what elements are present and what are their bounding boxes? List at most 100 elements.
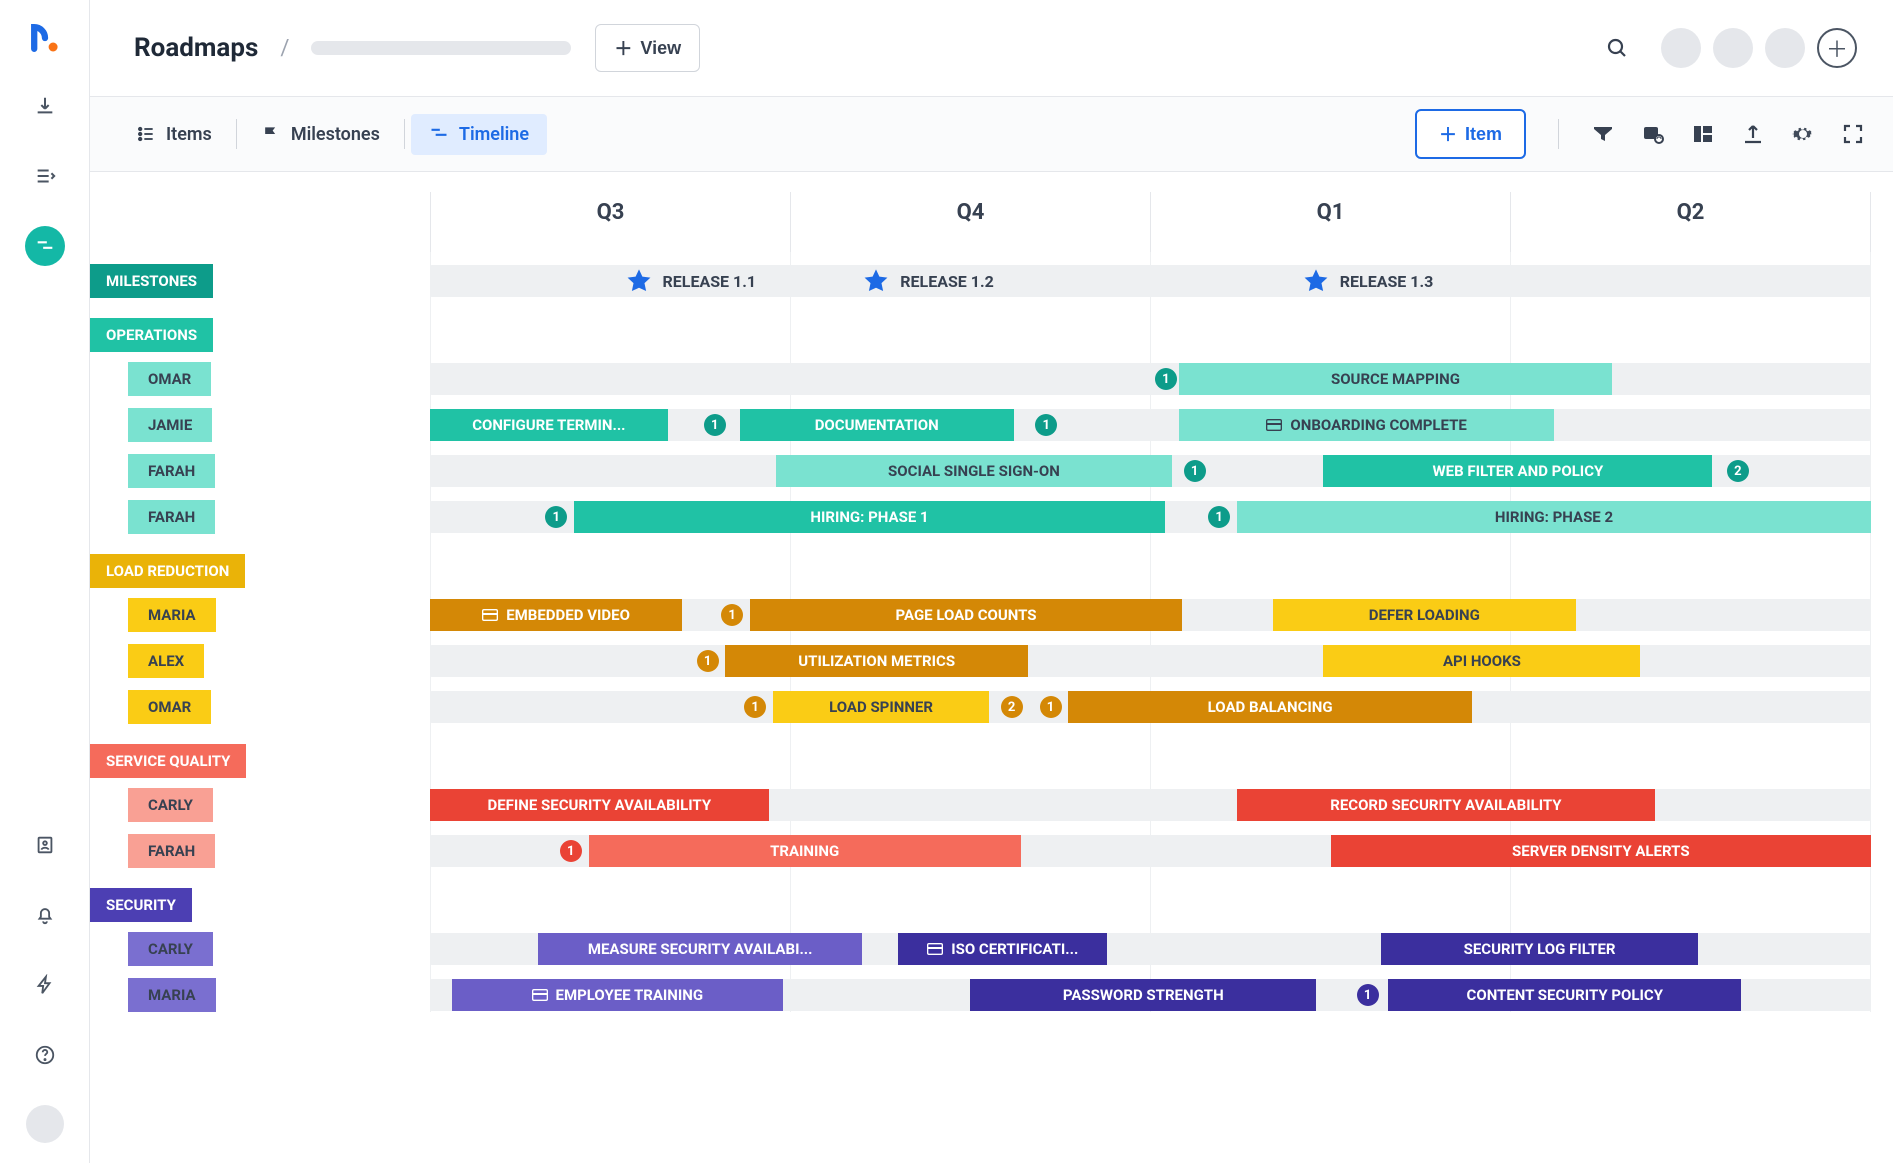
help-icon[interactable] — [25, 1035, 65, 1075]
timeline-bar[interactable]: DOCUMENTATION — [740, 409, 1014, 441]
bar-label: SOCIAL SINGLE SIGN-ON — [888, 462, 1060, 480]
bar-label: DEFINE SECURITY AVAILABILITY — [487, 796, 711, 814]
count-chip[interactable]: 1 — [704, 414, 726, 436]
search-icon[interactable] — [1605, 36, 1629, 60]
plus-icon: ＋ — [1439, 121, 1457, 147]
timeline-bar[interactable]: PAGE LOAD COUNTS — [750, 599, 1182, 631]
bar-label: SOURCE MAPPING — [1331, 370, 1460, 388]
link-settings-icon[interactable] — [1641, 122, 1665, 146]
header-avatar-2[interactable] — [1713, 28, 1753, 68]
milestone[interactable]: RELEASE 1.2 — [862, 265, 993, 297]
avatar[interactable] — [26, 1105, 64, 1143]
add-item-button[interactable]: ＋ Item — [1415, 109, 1526, 159]
timeline-bar[interactable]: DEFINE SECURITY AVAILABILITY — [430, 789, 769, 821]
count-chip[interactable]: 1 — [1155, 368, 1177, 390]
timeline-bar[interactable]: PASSWORD STRENGTH — [970, 979, 1316, 1011]
timeline-bar[interactable]: WEB FILTER AND POLICY — [1323, 455, 1712, 487]
group-label: LOAD REDUCTION — [90, 554, 245, 588]
list-icon[interactable] — [25, 156, 65, 196]
group-row: SECURITY — [90, 886, 1871, 924]
header-avatar-1[interactable] — [1661, 28, 1701, 68]
track: HIRING: PHASE 1 HIRING: PHASE 2 1 1 — [430, 501, 1871, 533]
count-chip[interactable]: 1 — [1208, 506, 1230, 528]
count-chip[interactable]: 1 — [721, 604, 743, 626]
count-chip[interactable]: 2 — [1727, 460, 1749, 482]
card-icon — [482, 608, 498, 622]
count-chip[interactable]: 1 — [560, 840, 582, 862]
milestones-row: MILESTONESRELEASE 1.1RELEASE 1.2RELEASE … — [90, 262, 1871, 300]
milestone[interactable]: RELEASE 1.1 — [625, 265, 756, 297]
tab-timeline[interactable]: Timeline — [411, 114, 547, 155]
timeline-bar[interactable]: CONTENT SECURITY POLICY — [1388, 979, 1741, 1011]
timeline-bar[interactable]: SOCIAL SINGLE SIGN-ON — [776, 455, 1172, 487]
milestone[interactable]: RELEASE 1.3 — [1302, 265, 1433, 297]
export-icon[interactable] — [1741, 122, 1765, 146]
timeline-bar[interactable]: SECURITY LOG FILTER — [1381, 933, 1698, 965]
timeline-bar[interactable]: ONBOARDING COMPLETE — [1179, 409, 1554, 441]
timeline-bar[interactable]: MEASURE SECURITY AVAILABI... — [538, 933, 862, 965]
timeline-bar[interactable]: HIRING: PHASE 1 — [574, 501, 1165, 533]
bar-label: LOAD SPINNER — [829, 698, 933, 716]
filter-icon[interactable] — [1591, 122, 1615, 146]
expand-icon[interactable] — [1841, 122, 1865, 146]
list-bullet-icon — [136, 124, 156, 144]
add-view-button[interactable]: ＋ View — [595, 24, 700, 72]
count-chip[interactable]: 1 — [1040, 696, 1062, 718]
layout-icon[interactable] — [1691, 122, 1715, 146]
group-label: SERVICE QUALITY — [90, 744, 246, 778]
count-chip[interactable]: 1 — [1357, 984, 1379, 1006]
gantt-icon — [429, 124, 449, 144]
gear-icon[interactable] — [1791, 122, 1815, 146]
count-chip[interactable]: 1 — [744, 696, 766, 718]
timeline-bar[interactable]: HIRING: PHASE 2 — [1237, 501, 1871, 533]
timeline-bar[interactable]: API HOOKS — [1323, 645, 1640, 677]
count-chip[interactable]: 2 — [1001, 696, 1023, 718]
bolt-icon[interactable] — [25, 965, 65, 1005]
count-chip[interactable]: 1 — [545, 506, 567, 528]
tab-items[interactable]: Items — [118, 114, 230, 155]
count-chip[interactable]: 1 — [697, 650, 719, 672]
add-member-button[interactable]: ＋ — [1817, 28, 1857, 68]
timeline-bar[interactable]: DEFER LOADING — [1273, 599, 1576, 631]
timeline-bar[interactable]: LOAD SPINNER — [773, 691, 989, 723]
assignee-row: FARAHSOCIAL SINGLE SIGN-ONWEB FILTER AND… — [90, 452, 1871, 490]
bar-label: HIRING: PHASE 1 — [810, 508, 928, 526]
timeline-bar[interactable]: TRAINING — [589, 835, 1021, 867]
count-chip[interactable]: 1 — [1184, 460, 1206, 482]
track: CONFIGURE TERMIN... DOCUMENTATION ONBOARDI… — [430, 409, 1871, 441]
timeline-bar[interactable]: EMPLOYEE TRAINING — [452, 979, 783, 1011]
card-icon — [927, 942, 943, 956]
milestone-label: RELEASE 1.3 — [1340, 272, 1433, 291]
timeline-bar[interactable]: SERVER DENSITY ALERTS — [1331, 835, 1871, 867]
bell-icon[interactable] — [25, 895, 65, 935]
separator — [236, 119, 237, 149]
breadcrumb-placeholder — [311, 41, 571, 55]
timeline-bar[interactable]: UTILIZATION METRICS — [725, 645, 1028, 677]
timeline-bar[interactable]: RECORD SECURITY AVAILABILITY — [1237, 789, 1655, 821]
assignee-label: FARAH — [128, 500, 215, 534]
header-avatar-3[interactable] — [1765, 28, 1805, 68]
add-item-label: Item — [1465, 124, 1502, 145]
track: SOCIAL SINGLE SIGN-ON WEB FILTER AND POLI… — [430, 455, 1871, 487]
assignee-label: OMAR — [128, 362, 211, 396]
timeline-header: Q3 Q4 Q1 Q2 — [430, 192, 1871, 252]
track: SOURCE MAPPING 1 — [430, 363, 1871, 395]
timeline-bar[interactable]: SOURCE MAPPING — [1179, 363, 1611, 395]
timeline-bar[interactable]: ISO CERTIFICATI... — [898, 933, 1107, 965]
card-icon — [532, 988, 548, 1002]
count-chip[interactable]: 1 — [1035, 414, 1057, 436]
group-label: SECURITY — [90, 888, 192, 922]
assignee-row: ALEXUTILIZATION METRICSAPI HOOKS1 — [90, 642, 1871, 680]
assignee-row: OMAR SOURCE MAPPING 1 — [90, 360, 1871, 398]
download-icon[interactable] — [25, 86, 65, 126]
contacts-icon[interactable] — [25, 825, 65, 865]
timeline-bar[interactable]: CONFIGURE TERMIN... — [430, 409, 668, 441]
timeline-bar[interactable]: LOAD BALANCING — [1068, 691, 1471, 723]
bar-label: RECORD SECURITY AVAILABILITY — [1330, 796, 1561, 814]
tab-milestones[interactable]: Milestones — [243, 114, 398, 155]
left-rail — [0, 0, 90, 1163]
bar-label: WEB FILTER AND POLICY — [1433, 462, 1604, 480]
timeline-bar[interactable]: EMBEDDED VIDEO — [430, 599, 682, 631]
bar-label: EMBEDDED VIDEO — [506, 606, 630, 624]
timeline-icon[interactable] — [25, 226, 65, 266]
